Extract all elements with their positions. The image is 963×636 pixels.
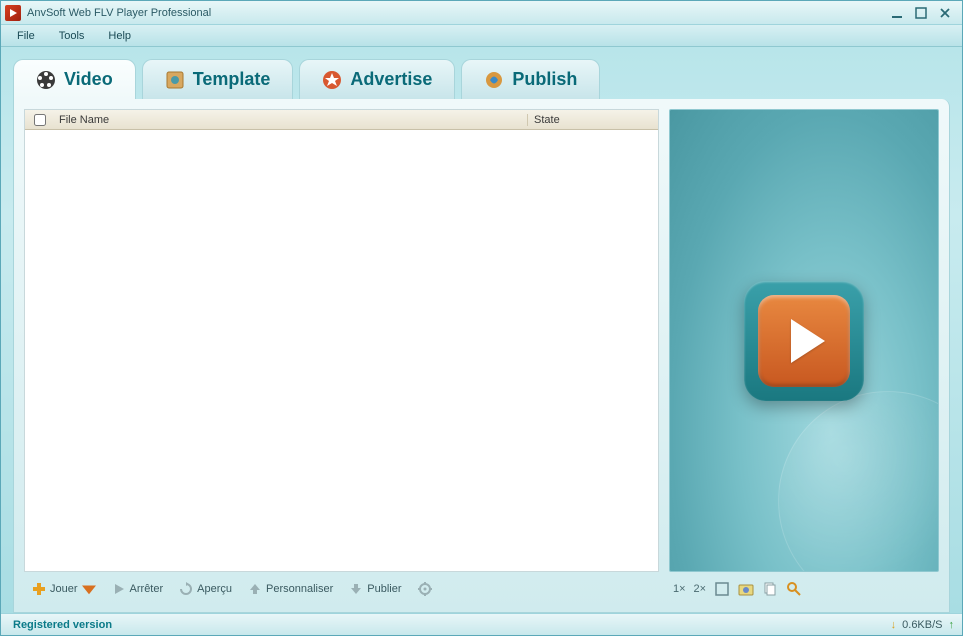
titlebar: AnvSoft Web FLV Player Professional [1,1,962,25]
column-state[interactable]: State [528,114,658,126]
template-icon [165,70,185,90]
personnaliser-button[interactable]: Personnaliser [242,580,339,598]
zoom-2x[interactable]: 2× [694,583,707,595]
snapshot-button[interactable] [738,581,754,597]
preview-panel [669,109,939,572]
gear-icon [418,582,432,596]
list-body[interactable] [25,130,658,571]
jouer-button[interactable]: Jouer [26,580,102,598]
globe-decoration [778,391,939,572]
minimize-button[interactable] [890,6,904,20]
search-button[interactable] [786,581,802,597]
statusbar: Registered version ↓ 0.6KB/S ↑ [1,613,962,635]
tab-template[interactable]: Template [142,59,294,99]
publish-icon [484,70,504,90]
app-icon [5,5,21,21]
tab-bar: Video Template Advertise Publish [13,59,950,99]
apercu-button[interactable]: Aperçu [173,580,238,598]
download-icon: ↓ [891,619,897,631]
plus-icon [32,582,46,596]
arreter-button[interactable]: Arrêter [106,580,170,598]
tab-video[interactable]: Video [13,59,136,99]
refresh-icon [179,582,193,596]
list-header: File Name State [25,110,658,130]
fullscreen-button[interactable] [714,581,730,597]
tab-publish[interactable]: Publish [461,59,600,99]
tab-advertise[interactable]: Advertise [299,59,455,99]
select-all-checkbox[interactable] [34,114,46,126]
left-toolbar: Jouer Arrêter Aperçu Personnaliser [24,572,659,602]
column-filename[interactable]: File Name [55,114,528,126]
preview-toolbar: 1× 2× [669,572,939,602]
settings-button[interactable] [412,580,438,598]
tab-label: Template [193,69,271,90]
film-reel-icon [36,70,56,90]
maximize-button[interactable] [914,6,928,20]
upload-icon: ↑ [949,619,955,631]
menu-file[interactable]: File [7,28,45,44]
arrow-down-icon [349,582,363,596]
play-badge[interactable] [744,281,864,401]
tab-label: Publish [512,69,577,90]
tab-label: Video [64,69,113,90]
copy-button[interactable] [762,581,778,597]
transfer-speed: 0.6KB/S [902,619,942,631]
play-icon [112,582,126,596]
arrow-up-icon [248,582,262,596]
publier-button[interactable]: Publier [343,580,407,598]
menu-help[interactable]: Help [98,28,141,44]
star-icon [322,70,342,90]
file-list: File Name State [24,109,659,572]
window-title: AnvSoft Web FLV Player Professional [27,7,890,19]
play-icon [791,319,825,363]
menubar: File Tools Help [1,25,962,47]
tab-label: Advertise [350,69,432,90]
status-text: Registered version [1,619,891,631]
menu-tools[interactable]: Tools [49,28,95,44]
close-button[interactable] [938,6,952,20]
zoom-1x[interactable]: 1× [673,583,686,595]
chevron-down-icon [82,582,96,596]
